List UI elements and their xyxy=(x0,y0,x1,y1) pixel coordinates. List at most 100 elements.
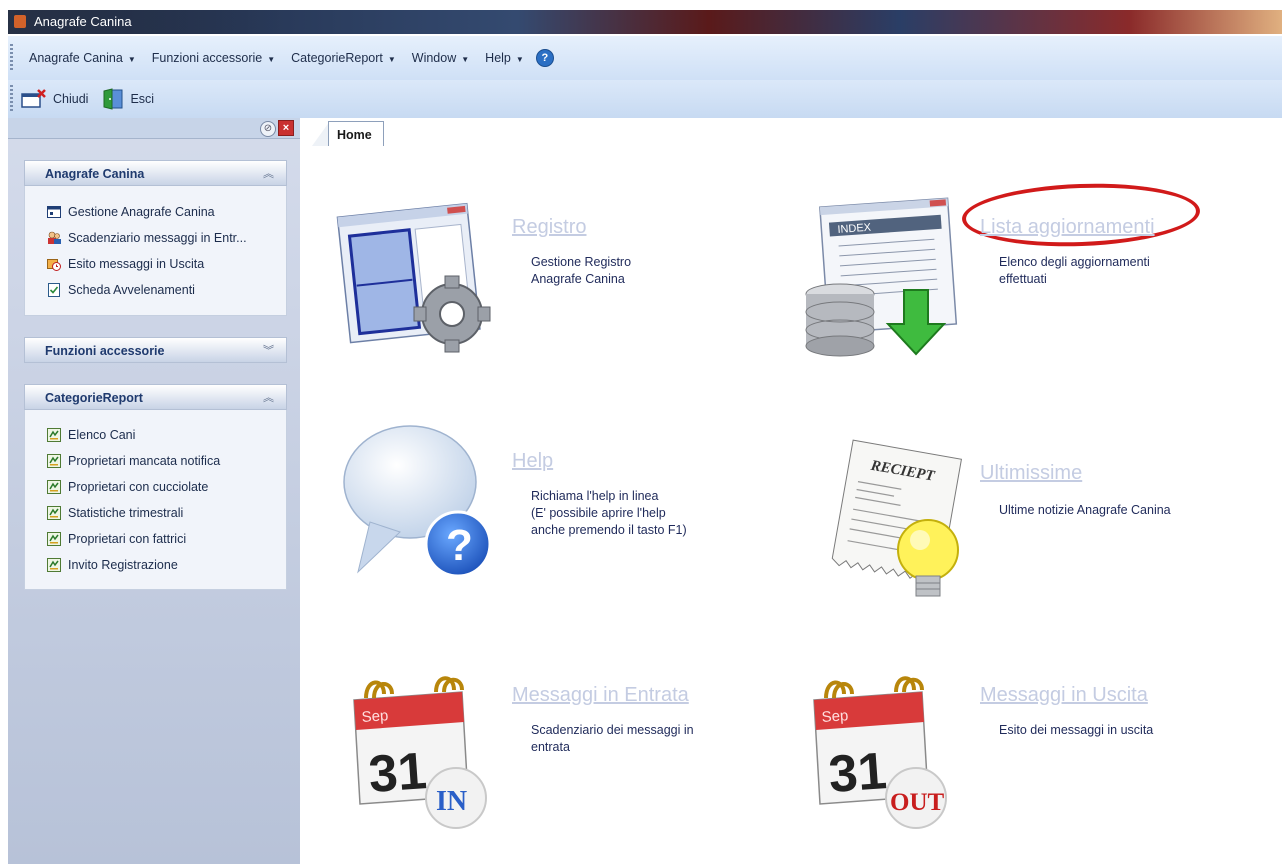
calendar-day: 31 xyxy=(827,742,889,804)
close-icon[interactable]: × xyxy=(278,120,294,136)
tile-title-lista-aggiornamenti[interactable]: Lista aggiornamenti xyxy=(980,216,1155,239)
sidebar-item-label: Proprietari mancata notifica xyxy=(68,454,221,468)
out-badge: OUT xyxy=(890,789,945,816)
group-title: Anagrafe Canina xyxy=(45,167,145,181)
chevron-down-icon: ▼ xyxy=(461,55,470,64)
pin-icon[interactable]: ⊘ xyxy=(260,121,276,137)
sidebar-item-scheda-avvelenamenti[interactable]: Scheda Avvelenamenti xyxy=(47,280,195,300)
chevron-down-icon: ▼ xyxy=(515,55,524,64)
sidebar-item-label: Scadenziario messaggi in Entr... xyxy=(68,231,247,245)
menu-label: Anagrafe Canina xyxy=(29,51,123,65)
sidebar-group-funzioni-accessorie[interactable]: Funzioni accessorie ︾ xyxy=(24,337,287,363)
tab-home[interactable]: Home xyxy=(328,121,384,146)
calendar-month: Sep xyxy=(361,707,389,726)
calendar-day: 31 xyxy=(367,742,429,804)
window-title-bar: Anagrafe Canina xyxy=(8,10,1282,34)
tile-desc-messaggi-entrata: Scadenziario dei messaggi in entrata xyxy=(531,723,694,754)
sidebar-item-scadenziario[interactable]: Scadenziario messaggi in Entr... xyxy=(47,228,247,248)
tile-title-ultimissime[interactable]: Ultimissime xyxy=(980,462,1082,485)
report-icon xyxy=(47,558,61,572)
menu-funzioni-accessorie[interactable]: Funzioni accessorie ▼ xyxy=(144,51,283,65)
sidebar-item-label: Scheda Avvelenamenti xyxy=(68,283,195,297)
report-icon xyxy=(47,428,61,442)
menu-categorie-report[interactable]: CategorieReport ▼ xyxy=(283,51,404,65)
tile-desc-lista-aggiornamenti: Elenco degli aggiornamenti effettuati xyxy=(999,255,1150,286)
sidebar-item-statistiche-trimestrali[interactable]: Statistiche trimestrali xyxy=(47,503,183,523)
menu-label: Window xyxy=(411,51,457,65)
exit-door-icon xyxy=(103,88,123,110)
tab-label: Home xyxy=(337,128,372,142)
exit-button-label: Esci xyxy=(130,92,155,106)
sidebar-group-body: Elenco Cani Proprietari mancata notifica… xyxy=(24,410,287,590)
sidebar-item-label: Elenco Cani xyxy=(68,428,136,442)
menu-label: CategorieReport xyxy=(291,51,383,65)
sidebar-item-label: Esito messaggi in Uscita xyxy=(68,257,205,271)
sidebar-item-proprietari-cucciolate[interactable]: Proprietari con cucciolate xyxy=(47,477,208,497)
index-heading: INDEX xyxy=(837,222,872,236)
calendar-month: Sep xyxy=(821,707,849,726)
report-icon xyxy=(47,532,61,546)
database-download-icon[interactable]: INDEX xyxy=(796,194,966,364)
checklist-icon xyxy=(48,283,60,297)
sidebar-item-label: Gestione Anagrafe Canina xyxy=(68,205,215,219)
menu-label: Help xyxy=(485,51,511,65)
sidebar-group-anagrafe-canina[interactable]: Anagrafe Canina ︽ xyxy=(24,160,287,186)
window-title: Anagrafe Canina xyxy=(34,14,132,29)
tile-title-help[interactable]: Help xyxy=(512,450,553,473)
sidebar-item-proprietari-mancata-notifica[interactable]: Proprietari mancata notifica xyxy=(47,451,220,471)
toolbar-grip[interactable] xyxy=(10,85,13,113)
tile-title-messaggi-entrata[interactable]: Messaggi in Entrata xyxy=(512,684,689,707)
menu-anagrafe-canina[interactable]: Anagrafe Canina ▼ xyxy=(21,51,144,65)
sidebar-item-label: Invito Registrazione xyxy=(68,558,178,572)
annotation-circle xyxy=(960,179,1202,251)
sidebar-item-label: Statistiche trimestrali xyxy=(68,506,184,520)
close-window-icon xyxy=(21,89,46,108)
close-button[interactable]: Chiudi xyxy=(21,89,88,109)
menu-window[interactable]: Window ▼ xyxy=(404,51,477,65)
menu-grip[interactable] xyxy=(10,44,13,72)
menu-label: Funzioni accessorie xyxy=(151,51,263,65)
help-bubble-icon[interactable]: ? xyxy=(340,422,500,582)
group-title: CategorieReport xyxy=(45,391,143,405)
collapse-chevron-icon[interactable]: ︽ xyxy=(263,165,274,181)
sidebar-item-invito-registrazione[interactable]: Invito Registrazione xyxy=(47,555,178,575)
tile-title-registro[interactable]: Registro xyxy=(512,216,586,239)
tile-desc-registro: Gestione Registro Anagrafe Canina xyxy=(531,255,632,286)
window-icon xyxy=(47,206,61,218)
sidebar-item-label: Proprietari con fattrici xyxy=(68,532,187,546)
sidebar-group-categorie-report[interactable]: CategorieReport ︽ xyxy=(24,384,287,410)
sidebar-item-gestione-anagrafe[interactable]: Gestione Anagrafe Canina xyxy=(47,202,215,222)
tile-desc-help: Richiama l'help in linea (E' possibile a… xyxy=(531,489,687,537)
sidebar-header: ⊘ × xyxy=(8,118,300,139)
tile-desc-messaggi-uscita: Esito dei messaggi in uscita xyxy=(999,723,1154,737)
toolbar: Chiudi Esci xyxy=(8,80,1282,118)
collapse-chevron-icon[interactable]: ︽ xyxy=(263,389,274,405)
app-icon xyxy=(14,15,26,28)
menu-help[interactable]: Help ▼ xyxy=(477,51,532,65)
tab-bar: Home xyxy=(300,118,1282,147)
report-icon xyxy=(47,454,61,468)
exit-button[interactable]: Esci xyxy=(102,88,154,110)
chevron-down-icon: ▼ xyxy=(267,55,276,64)
calendar-in-icon[interactable]: Sep 31 IN xyxy=(344,670,504,830)
calendar-out-icon[interactable]: Sep 31 OUT xyxy=(804,670,964,830)
receipt-bulb-icon[interactable]: RECIEPT xyxy=(800,438,970,608)
sidebar-item-elenco-cani[interactable]: Elenco Cani xyxy=(47,425,135,445)
tile-desc-ultimissime: Ultime notizie Anagrafe Canina xyxy=(999,503,1171,517)
expand-chevron-icon[interactable]: ︾ xyxy=(263,342,274,358)
sidebar-panel: ⊘ × Anagrafe Canina ︽ Gestione Anagrafe … xyxy=(8,118,300,864)
people-icon xyxy=(48,231,61,244)
sidebar-item-label: Proprietari con cucciolate xyxy=(68,480,209,494)
clock-folder-icon xyxy=(47,259,61,271)
svg-text:?: ? xyxy=(446,521,473,570)
registry-gear-icon[interactable] xyxy=(330,196,500,356)
menu-bar: Anagrafe Canina ▼ Funzioni accessorie ▼ Ca… xyxy=(8,36,1282,80)
tile-title-messaggi-uscita[interactable]: Messaggi in Uscita xyxy=(980,684,1148,707)
sidebar-item-esito-messaggi[interactable]: Esito messaggi in Uscita xyxy=(47,254,204,274)
sidebar-item-proprietari-fattrici[interactable]: Proprietari con fattrici xyxy=(47,529,186,549)
help-icon[interactable]: ? xyxy=(535,49,554,67)
report-icon xyxy=(47,506,61,520)
chevron-down-icon: ▼ xyxy=(387,55,396,64)
group-title: Funzioni accessorie xyxy=(45,344,165,358)
in-badge: IN xyxy=(436,786,467,817)
